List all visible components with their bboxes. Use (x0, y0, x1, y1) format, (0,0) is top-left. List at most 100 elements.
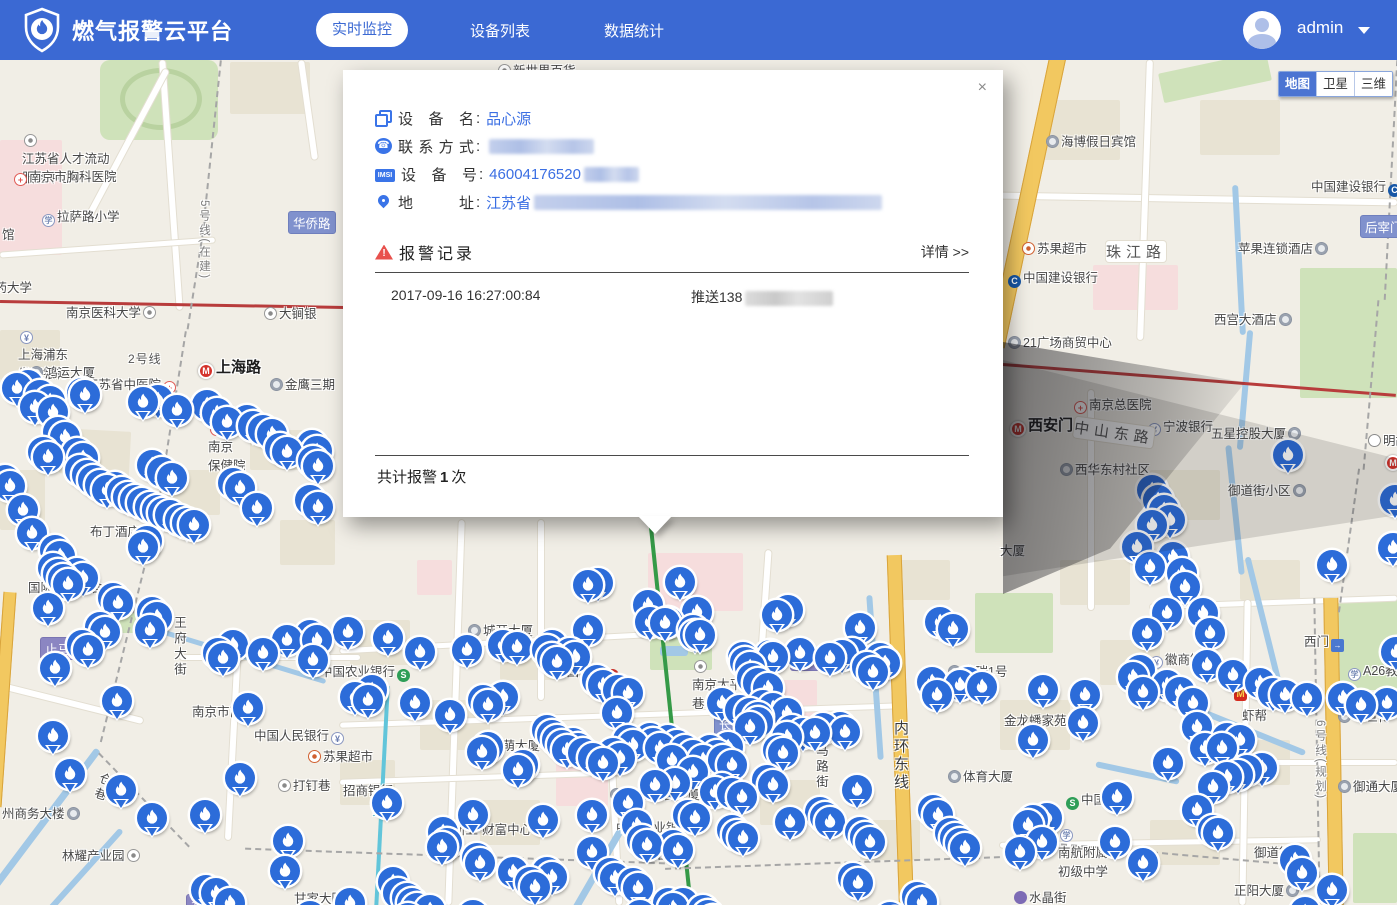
gas-device-marker[interactable] (405, 637, 435, 667)
gas-device-marker[interactable] (270, 856, 300, 886)
gas-device-marker[interactable] (577, 800, 607, 830)
gas-device-marker[interactable] (650, 608, 680, 638)
gas-device-marker[interactable] (623, 873, 653, 903)
gas-device-marker[interactable] (465, 848, 495, 878)
gas-device-marker[interactable] (728, 823, 758, 853)
gas-device-marker[interactable] (1153, 748, 1183, 778)
gas-device-marker[interactable] (179, 510, 209, 540)
gas-device-marker[interactable] (452, 635, 482, 665)
gas-device-marker[interactable] (1070, 680, 1100, 710)
gas-device-marker[interactable] (458, 900, 488, 905)
gas-device-marker[interactable] (542, 647, 572, 677)
gas-device-marker[interactable] (273, 826, 303, 856)
gas-device-marker[interactable] (373, 623, 403, 653)
close-icon[interactable]: × (978, 80, 987, 96)
gas-device-marker[interactable] (1317, 875, 1347, 905)
admin-menu[interactable]: admin (1297, 18, 1343, 38)
gas-device-marker[interactable] (665, 567, 695, 597)
gas-device-marker[interactable] (1203, 818, 1233, 848)
gas-device-marker[interactable] (55, 759, 85, 789)
gas-device-marker[interactable] (502, 632, 532, 662)
nav-item-realtime-monitoring[interactable]: 实时监控 (316, 13, 408, 47)
gas-device-marker[interactable] (602, 698, 632, 728)
gas-device-marker[interactable] (1028, 675, 1058, 705)
gas-device-marker[interactable] (1292, 683, 1322, 713)
gas-device-marker[interactable] (762, 600, 792, 630)
map-type-satellite-button[interactable]: 卫星 (1316, 72, 1354, 96)
gas-device-marker[interactable] (785, 638, 815, 668)
alarm-detail-link[interactable]: 详情 >> (921, 242, 969, 262)
gas-device-marker[interactable] (775, 807, 805, 837)
gas-device-marker[interactable] (1170, 572, 1200, 602)
gas-device-marker[interactable] (843, 868, 873, 898)
gas-device-marker[interactable] (215, 888, 245, 905)
gas-device-marker[interactable] (758, 770, 788, 800)
gas-device-marker[interactable] (588, 748, 618, 778)
gas-device-marker[interactable] (1100, 827, 1130, 857)
gas-device-marker[interactable] (1346, 690, 1376, 720)
gas-device-marker[interactable] (815, 643, 845, 673)
map-type-3d-button[interactable]: 三维 (1354, 72, 1392, 96)
gas-device-marker[interactable] (520, 872, 550, 902)
gas-device-marker[interactable] (157, 463, 187, 493)
gas-device-marker[interactable] (38, 721, 68, 751)
nav-item-device-list[interactable]: 设备列表 (470, 20, 530, 41)
gas-device-marker[interactable] (907, 887, 937, 905)
gas-device-marker[interactable] (950, 833, 980, 863)
gas-device-marker[interactable] (303, 492, 333, 522)
gas-device-marker[interactable] (458, 800, 488, 830)
map-canvas[interactable]: 江苏省人才流动服务中心+南京市胸科医院学拉萨路小学馆医药大学南京医科大学大锏银¥… (0, 60, 1397, 905)
gas-device-marker[interactable] (242, 493, 272, 523)
gas-device-marker[interactable] (233, 693, 263, 723)
gas-device-marker[interactable] (503, 755, 533, 785)
gas-device-marker[interactable] (727, 782, 757, 812)
gas-device-marker[interactable] (1287, 858, 1317, 888)
gas-device-marker[interactable] (225, 763, 255, 793)
gas-device-marker[interactable] (1128, 677, 1158, 707)
gas-device-marker[interactable] (435, 700, 465, 730)
gas-device-marker[interactable] (208, 643, 238, 673)
gas-device-marker[interactable] (1068, 708, 1098, 738)
gas-device-marker[interactable] (685, 620, 715, 650)
gas-device-marker[interactable] (70, 380, 100, 410)
gas-device-marker[interactable] (333, 617, 363, 647)
gas-device-marker[interactable] (1135, 552, 1165, 582)
gas-device-marker[interactable] (137, 803, 167, 833)
gas-device-marker[interactable] (768, 738, 798, 768)
gas-device-marker[interactable] (33, 442, 63, 472)
gas-device-marker[interactable] (815, 807, 845, 837)
gas-device-marker[interactable] (1207, 733, 1237, 763)
gas-device-marker[interactable] (632, 830, 662, 860)
map-type-map-button[interactable]: 地图 (1279, 72, 1316, 96)
gas-device-marker[interactable] (467, 737, 497, 767)
gas-device-marker[interactable] (135, 615, 165, 645)
gas-device-marker[interactable] (922, 680, 952, 710)
gas-device-marker[interactable] (162, 395, 192, 425)
gas-device-marker[interactable] (33, 593, 63, 623)
gas-device-marker[interactable] (680, 803, 710, 833)
gas-device-marker[interactable] (128, 532, 158, 562)
gas-device-marker[interactable] (830, 717, 860, 747)
gas-device-marker[interactable] (967, 672, 997, 702)
gas-device-marker[interactable] (353, 685, 383, 715)
gas-device-marker[interactable] (1102, 782, 1132, 812)
gas-device-marker[interactable] (1378, 533, 1397, 563)
gas-device-marker[interactable] (1317, 550, 1347, 580)
nav-item-data-statistics[interactable]: 数据统计 (604, 20, 664, 41)
gas-device-marker[interactable] (427, 832, 457, 862)
gas-device-marker[interactable] (858, 657, 888, 687)
gas-device-marker[interactable] (855, 827, 885, 857)
gas-device-marker[interactable] (106, 775, 136, 805)
gas-device-marker[interactable] (663, 835, 693, 865)
gas-device-marker[interactable] (248, 638, 278, 668)
gas-device-marker[interactable] (40, 653, 70, 683)
gas-device-marker[interactable] (1218, 660, 1248, 690)
avatar[interactable] (1243, 11, 1281, 49)
gas-device-marker[interactable] (1132, 618, 1162, 648)
gas-device-marker[interactable] (128, 387, 158, 417)
gas-device-marker[interactable] (400, 688, 430, 718)
gas-device-marker[interactable] (190, 800, 220, 830)
gas-device-marker[interactable] (842, 775, 872, 805)
gas-device-marker[interactable] (1018, 725, 1048, 755)
gas-device-marker[interactable] (73, 635, 103, 665)
